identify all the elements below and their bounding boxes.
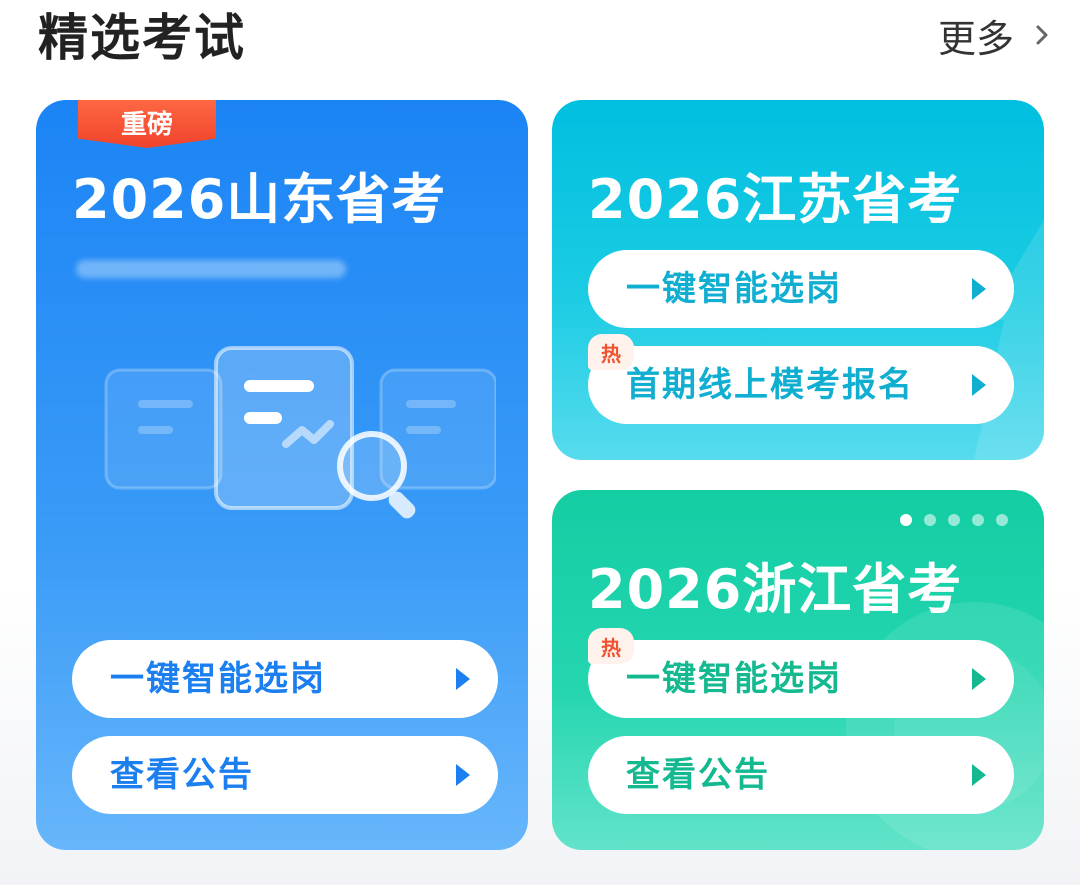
play-arrow-icon [972,668,986,690]
card-title: 2026浙江省考 [588,558,963,621]
play-arrow-icon [972,764,986,786]
play-arrow-icon [456,668,470,690]
card-title: 2026江苏省考 [588,168,963,231]
exam-card-shandong[interactable]: 重磅 2026山东省考 一键智能选岗 查看公告 [36,100,528,850]
carousel-dot[interactable] [948,514,960,526]
exam-card-jiangsu[interactable]: 2026江苏省考 一键智能选岗 热 首期线上模考报名 [552,100,1044,460]
chevron-right-icon [1036,25,1048,45]
smart-position-button[interactable]: 一键智能选岗 [588,640,1014,718]
card-title: 2026山东省考 [72,168,447,231]
button-label: 一键智能选岗 [626,659,842,699]
view-announcement-button[interactable]: 查看公告 [588,736,1014,814]
more-link[interactable]: 更多 [937,10,1052,61]
carousel-dot[interactable] [924,514,936,526]
hot-tag: 热 [588,628,634,664]
view-announcement-button[interactable]: 查看公告 [72,736,498,814]
button-label: 一键智能选岗 [626,269,842,309]
hot-tag: 热 [588,334,634,370]
carousel-dot[interactable] [996,514,1008,526]
blurred-subtitle [76,260,346,278]
button-label: 查看公告 [110,755,254,795]
button-label: 查看公告 [626,755,770,795]
play-arrow-icon [972,374,986,396]
smart-position-button[interactable]: 一键智能选岗 [72,640,498,718]
button-label: 首期线上模考报名 [626,365,914,405]
mock-exam-signup-button[interactable]: 首期线上模考报名 [588,346,1014,424]
carousel-dot[interactable] [900,514,912,526]
more-label: 更多 [937,16,1014,61]
play-arrow-icon [972,278,986,300]
section-header: 精选考试 更多 [0,0,1080,80]
featured-badge: 重磅 [78,100,216,148]
document-search-illustration [104,346,496,519]
carousel-indicator [900,514,1008,526]
section-title: 精选考试 [38,9,246,67]
play-arrow-icon [456,764,470,786]
smart-position-button[interactable]: 一键智能选岗 [588,250,1014,328]
exam-card-zhejiang[interactable]: 2026浙江省考 热 一键智能选岗 查看公告 [552,490,1044,850]
button-label: 一键智能选岗 [110,659,326,699]
carousel-dot[interactable] [972,514,984,526]
